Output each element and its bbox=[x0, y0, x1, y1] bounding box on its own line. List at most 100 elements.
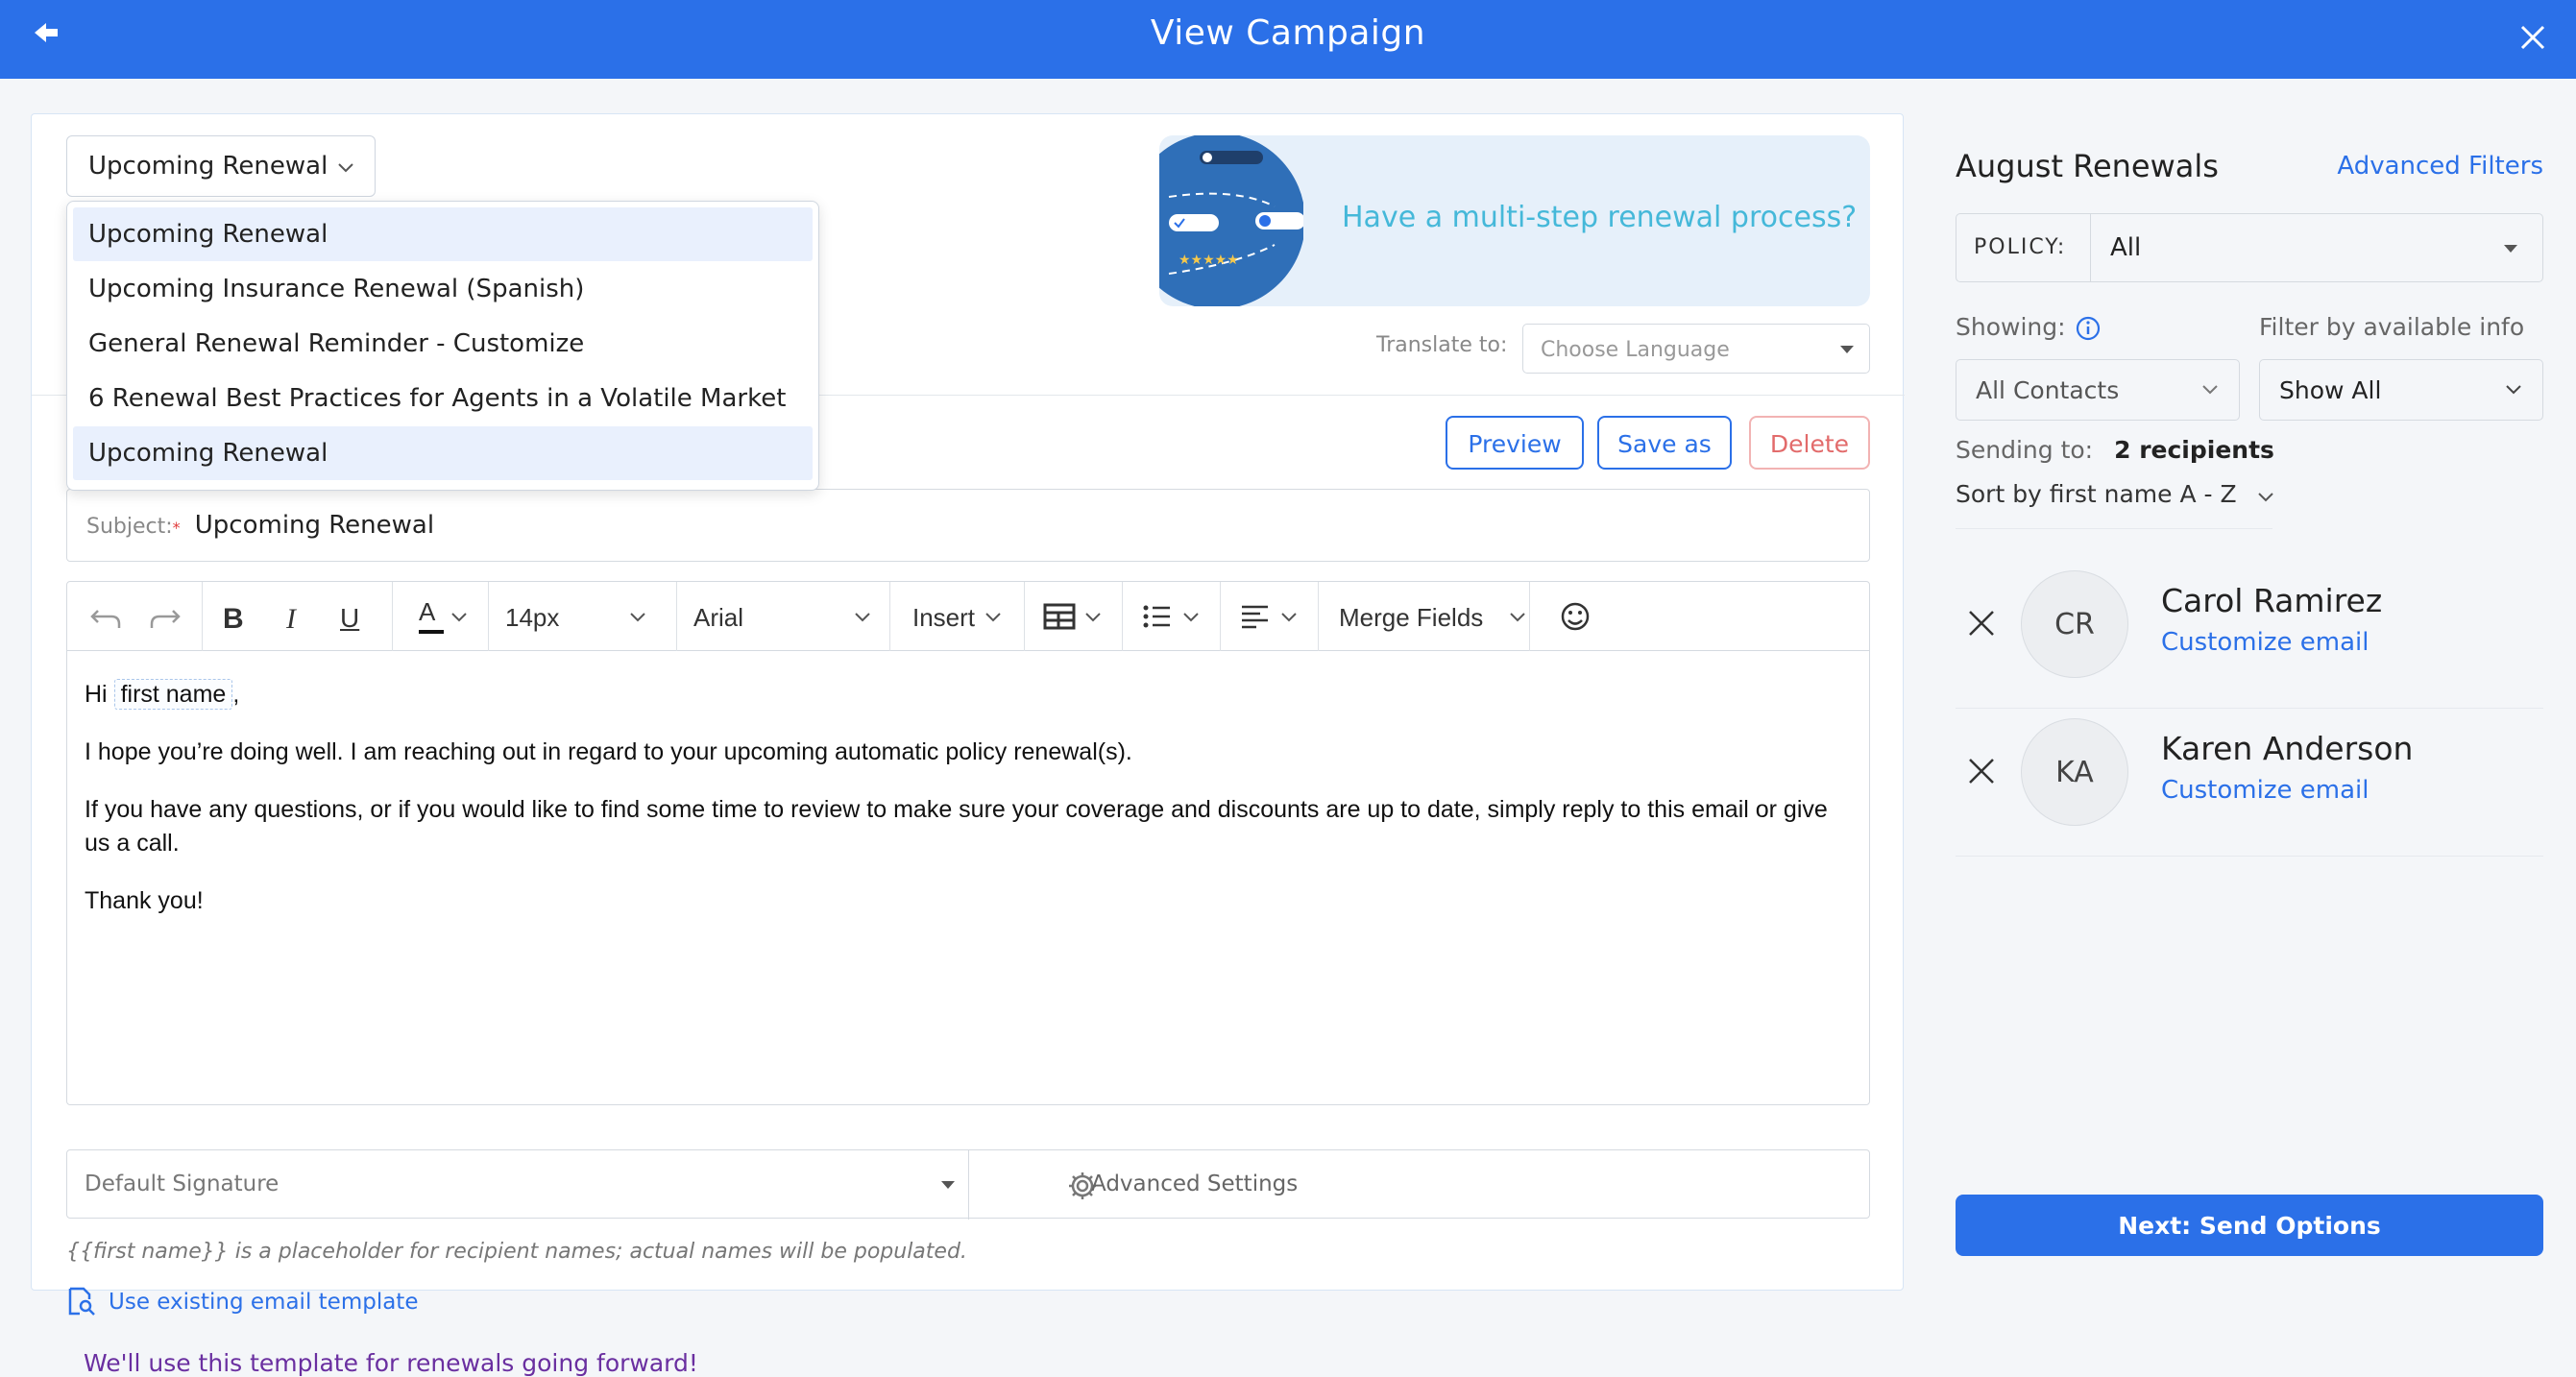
filter-value: Show All bbox=[2279, 376, 2382, 404]
table-icon bbox=[1043, 603, 1076, 630]
sort-value: Sort by first name A - Z bbox=[1956, 480, 2237, 508]
toolbar-separator bbox=[1529, 582, 1530, 651]
signature-select[interactable]: Default Signature bbox=[85, 1172, 279, 1196]
save-as-button[interactable]: Save as bbox=[1597, 416, 1732, 470]
toolbar-separator bbox=[1220, 582, 1221, 651]
promo-banner-text: Have a multi-step renewal process? bbox=[1342, 201, 1858, 234]
redo-icon[interactable] bbox=[144, 582, 186, 651]
toolbar-separator bbox=[392, 582, 393, 651]
merge-fields-label: Merge Fields bbox=[1339, 603, 1484, 632]
chevron-down-icon bbox=[338, 163, 353, 173]
greeting-comma: , bbox=[232, 681, 240, 708]
language-select-placeholder: Choose Language bbox=[1541, 338, 1730, 362]
editor-toolbar: B I U A 14px Arial Insert Merge Fields bbox=[67, 582, 1869, 651]
text-color-icon: A bbox=[419, 597, 436, 626]
greeting-line: Hi first name, bbox=[85, 678, 1842, 712]
advanced-settings-link[interactable]: Advanced Settings bbox=[1091, 1172, 1298, 1196]
policy-value: All bbox=[2110, 233, 2142, 262]
caret-down-icon bbox=[2504, 245, 2517, 253]
close-icon[interactable] bbox=[2516, 21, 2549, 54]
showing-select[interactable]: All Contacts bbox=[1956, 359, 2240, 421]
advanced-filters-link[interactable]: Advanced Filters bbox=[2337, 152, 2543, 181]
avatar: CR bbox=[2021, 570, 2128, 678]
template-search-icon[interactable] bbox=[66, 1286, 97, 1317]
chevron-down-icon bbox=[1510, 613, 1525, 622]
renewal-illustration-icon: ★★★★★ bbox=[1159, 135, 1303, 306]
font-size-select[interactable]: 14px bbox=[505, 582, 659, 651]
sort-underline bbox=[1956, 528, 2272, 529]
emoji-icon[interactable] bbox=[1546, 582, 1604, 651]
policy-label: POLICY: bbox=[1956, 214, 2091, 281]
customize-email-link[interactable]: Customize email bbox=[2161, 776, 2369, 805]
chevron-down-icon bbox=[2202, 385, 2218, 395]
caret-down-icon bbox=[1840, 346, 1854, 353]
preview-button[interactable]: Preview bbox=[1446, 416, 1584, 470]
toolbar-separator bbox=[889, 582, 890, 651]
toolbar-separator bbox=[202, 582, 203, 651]
filter-select[interactable]: Show All bbox=[2259, 359, 2543, 421]
template-select[interactable]: Upcoming Renewal bbox=[66, 135, 376, 197]
chevron-down-icon bbox=[1183, 613, 1199, 622]
body-paragraph: If you have any questions, or if you wou… bbox=[85, 796, 1828, 857]
subject-input[interactable]: Upcoming Renewal bbox=[195, 511, 434, 540]
table-menu[interactable] bbox=[1039, 582, 1116, 651]
email-body[interactable]: Hi first name, I hope you’re doing well.… bbox=[85, 678, 1842, 942]
next-send-options-button[interactable]: Next: Send Options bbox=[1956, 1195, 2543, 1256]
language-select[interactable]: Choose Language bbox=[1522, 324, 1870, 374]
use-existing-template-link[interactable]: Use existing email template bbox=[109, 1290, 418, 1315]
promo-banner[interactable]: ★★★★★ Have a multi-step renewal process? bbox=[1159, 135, 1870, 306]
italic-icon[interactable]: I bbox=[286, 603, 296, 636]
chevron-down-icon bbox=[2257, 493, 2273, 502]
page-title: View Campaign bbox=[1150, 13, 1426, 53]
translate-label: Translate to: bbox=[1376, 333, 1508, 357]
text-color-swatch bbox=[419, 630, 444, 634]
recipient-row: KA Karen Anderson Customize email bbox=[1956, 711, 2543, 857]
chevron-down-icon bbox=[985, 613, 1001, 622]
sort-select[interactable]: Sort by first name A - Z bbox=[1956, 480, 2273, 508]
underline-icon[interactable]: U bbox=[340, 603, 359, 634]
font-family-value: Arial bbox=[693, 603, 744, 632]
insert-menu[interactable]: Insert bbox=[912, 582, 1028, 651]
caret-down-icon bbox=[941, 1181, 955, 1189]
font-family-select[interactable]: Arial bbox=[693, 582, 886, 651]
undo-icon[interactable] bbox=[85, 582, 127, 651]
filter-label: Filter by available info bbox=[2259, 313, 2525, 341]
template-option[interactable]: General Renewal Reminder - Customize bbox=[73, 317, 813, 371]
recipient-name: Karen Anderson bbox=[2161, 730, 2414, 767]
align-left-icon bbox=[1242, 605, 1268, 629]
merge-field-chip[interactable]: first name bbox=[113, 679, 233, 710]
delete-button[interactable]: Delete bbox=[1749, 416, 1870, 470]
customize-email-link[interactable]: Customize email bbox=[2161, 628, 2369, 657]
sending-label: Sending to: bbox=[1956, 436, 2094, 464]
signature-bar: Default Signature Advanced Settings bbox=[66, 1149, 1870, 1220]
bold-icon[interactable]: B bbox=[223, 603, 244, 636]
template-option[interactable]: Upcoming Renewal bbox=[73, 426, 813, 480]
remove-recipient-icon[interactable] bbox=[1967, 609, 1996, 638]
template-option[interactable]: Upcoming Renewal bbox=[73, 207, 813, 261]
required-marker: * bbox=[172, 519, 181, 537]
showing-value: All Contacts bbox=[1976, 376, 2120, 404]
font-size-value: 14px bbox=[505, 603, 560, 632]
recipient-row: CR Carol Ramirez Customize email bbox=[1956, 563, 2543, 709]
template-option[interactable]: 6 Renewal Best Practices for Agents in a… bbox=[73, 372, 813, 425]
template-forward-note: We'll use this template for renewals goi… bbox=[84, 1349, 698, 1377]
align-menu[interactable] bbox=[1237, 582, 1314, 651]
chevron-down-icon bbox=[451, 613, 467, 622]
template-option[interactable]: Upcoming Insurance Renewal (Spanish) bbox=[73, 262, 813, 316]
recipients-sidebar: August Renewals Advanced Filters POLICY:… bbox=[1956, 113, 2543, 1291]
list-menu[interactable] bbox=[1139, 582, 1216, 651]
recipient-name: Carol Ramirez bbox=[2161, 582, 2383, 619]
subject-label: Subject: bbox=[86, 515, 173, 539]
policy-filter[interactable]: POLICY: All bbox=[1956, 213, 2543, 282]
showing-label: Showing: bbox=[1956, 313, 2066, 341]
text-color-picker[interactable]: A bbox=[407, 582, 469, 651]
info-icon[interactable] bbox=[2075, 315, 2102, 342]
subject-field[interactable]: Subject:* Upcoming Renewal bbox=[66, 489, 1870, 562]
email-editor: B I U A 14px Arial Insert Merge Fields H… bbox=[66, 581, 1870, 1105]
greeting-text: Hi bbox=[85, 681, 108, 708]
signature-separator bbox=[968, 1150, 969, 1220]
toolbar-separator bbox=[1122, 582, 1123, 651]
merge-fields-menu[interactable]: Merge Fields bbox=[1339, 582, 1550, 651]
remove-recipient-icon[interactable] bbox=[1967, 757, 1996, 785]
sending-to: Sending to: 2 recipients bbox=[1956, 436, 2274, 464]
